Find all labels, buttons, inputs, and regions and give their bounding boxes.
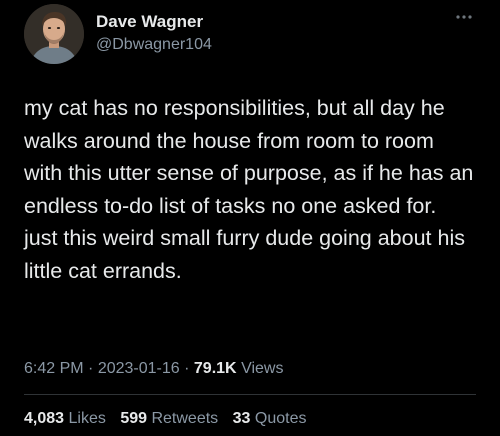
tweet-text: my cat has no responsibilities, but all … bbox=[24, 96, 474, 283]
retweets-count: 599 bbox=[120, 410, 148, 427]
retweets-stat[interactable]: 599 Retweets bbox=[120, 410, 222, 427]
more-options-icon[interactable] bbox=[454, 10, 474, 24]
tweet-date[interactable]: 2023-01-16 bbox=[98, 360, 180, 377]
likes-count: 4,083 bbox=[24, 410, 65, 427]
quotes-stat[interactable]: 33 Quotes bbox=[233, 410, 307, 427]
tweet-meta: 6:42 PM · 2023-01-16 · 79.1K Views bbox=[24, 358, 283, 380]
author-handle[interactable]: @Dbwagner104 bbox=[96, 34, 212, 56]
likes-label: Likes bbox=[68, 410, 106, 427]
divider bbox=[24, 394, 476, 395]
retweets-label: Retweets bbox=[151, 410, 219, 427]
quotes-label: Quotes bbox=[254, 410, 307, 427]
views-count: 79.1K bbox=[193, 360, 237, 377]
author-display-name[interactable]: Dave Wagner bbox=[96, 12, 212, 32]
meta-separator: · bbox=[88, 360, 94, 377]
profile-photo-image bbox=[24, 4, 84, 64]
likes-stat[interactable]: 4,083 Likes bbox=[24, 410, 110, 427]
author-info[interactable]: Dave Wagner @Dbwagner104 bbox=[96, 12, 212, 56]
meta-separator: · bbox=[184, 360, 190, 377]
avatar[interactable] bbox=[24, 4, 84, 64]
views-label: Views bbox=[241, 360, 284, 377]
tweet-time[interactable]: 6:42 PM bbox=[24, 360, 84, 377]
engagement-stats: 4,083 Likes 599 Retweets 33 Quotes bbox=[24, 408, 316, 430]
quotes-count: 33 bbox=[232, 410, 251, 427]
tweet-card: Dave Wagner @Dbwagner104 my cat has no r… bbox=[0, 0, 500, 436]
